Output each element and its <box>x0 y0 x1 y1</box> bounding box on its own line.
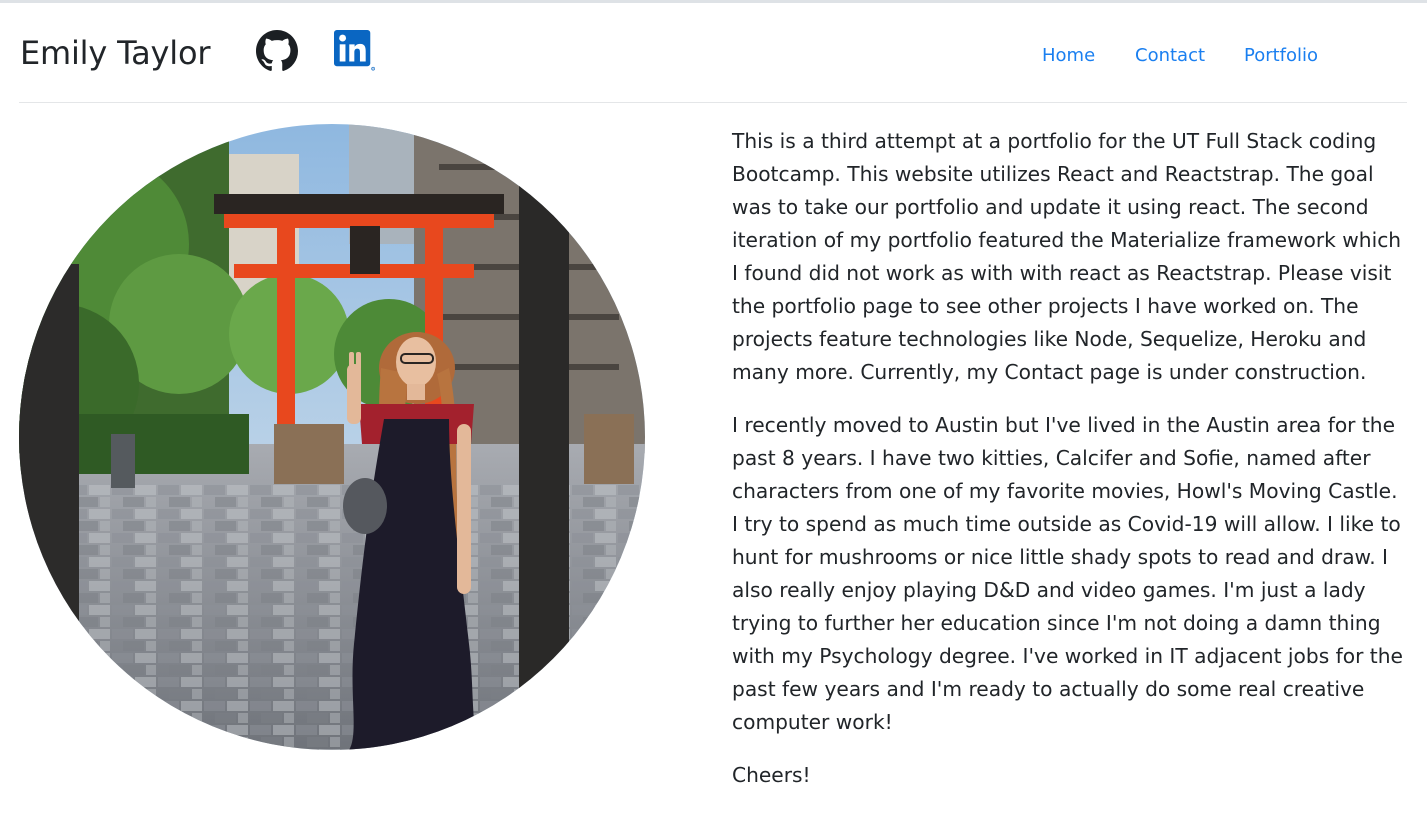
profile-photo <box>19 124 645 750</box>
about-paragraph-1: This is a third attempt at a portfolio f… <box>732 129 1402 384</box>
header-divider <box>19 102 1407 103</box>
site-brand[interactable]: Emily Taylor <box>20 33 211 73</box>
top-border <box>0 0 1427 3</box>
nav-link-portfolio[interactable]: Portfolio <box>1244 44 1318 68</box>
nav-link-home[interactable]: Home <box>1042 44 1095 68</box>
linkedin-icon[interactable]: R <box>334 30 376 72</box>
about-signoff: Cheers! <box>732 763 811 787</box>
about-section: This is a third attempt at a portfolio f… <box>732 125 1404 812</box>
about-paragraph-2: I recently moved to Austin but I've live… <box>732 413 1403 734</box>
svg-text:R: R <box>372 68 374 71</box>
github-icon[interactable] <box>256 30 298 72</box>
nav-link-contact[interactable]: Contact <box>1135 44 1205 68</box>
